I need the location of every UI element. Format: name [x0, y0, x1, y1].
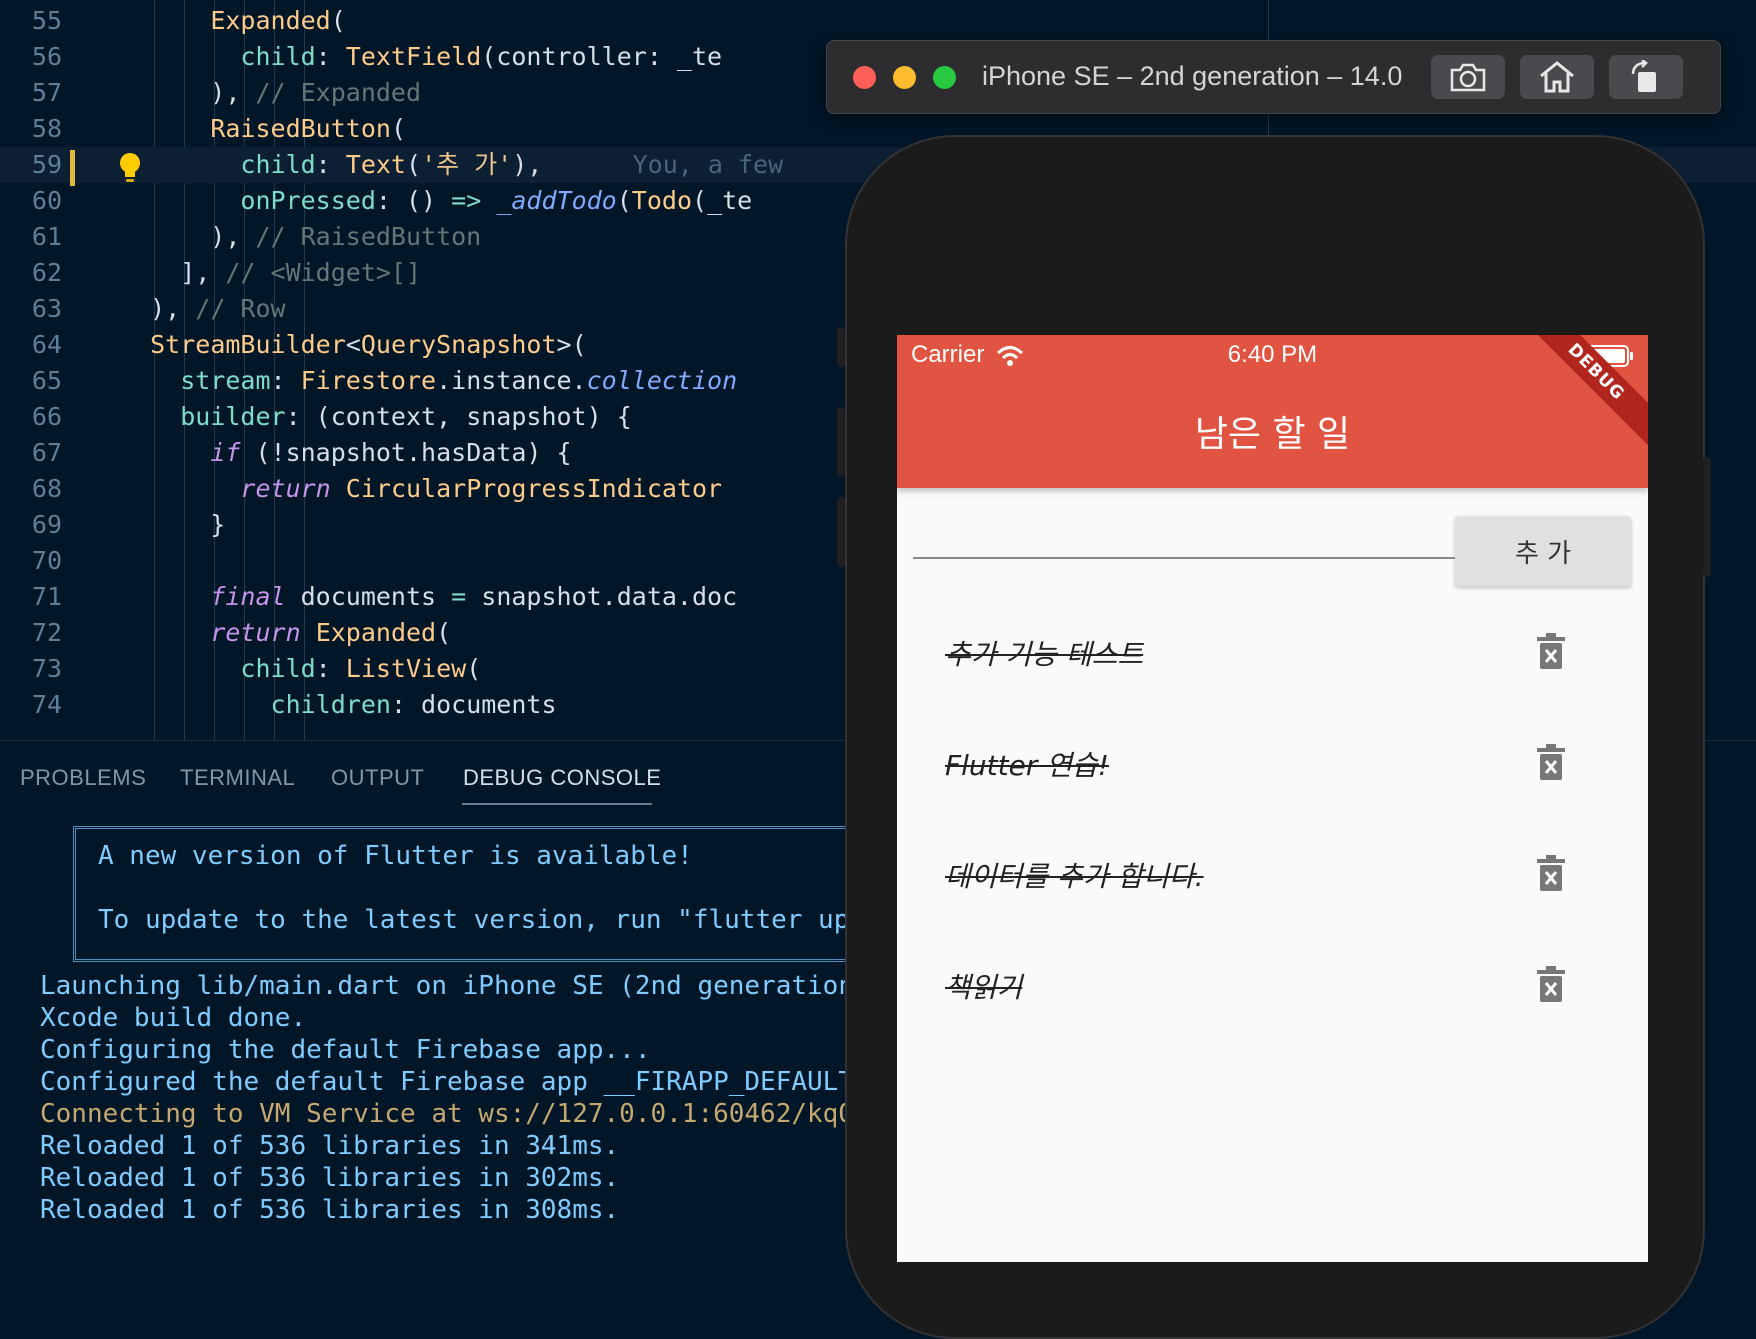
todo-item[interactable]: Flutter 연습!	[897, 714, 1648, 814]
todo-item[interactable]: 추가 기능 테스트	[897, 603, 1648, 703]
todo-text: 책읽기	[945, 971, 1023, 1004]
code-text: final documents = snapshot.data.doc	[210, 582, 738, 611]
simulator-title: iPhone SE – 2nd generation – 14.0	[982, 61, 1403, 91]
home-button[interactable]	[1520, 55, 1594, 99]
line-number: 56	[31, 42, 62, 71]
app-bar: Carrier 6:40 PM 남은 할 일 DEBUG	[897, 335, 1648, 488]
line-number: 65	[31, 366, 62, 395]
code-text: Expanded(	[210, 6, 346, 35]
code-text: child: ListView(	[120, 654, 482, 683]
console-log-line: Reloaded 1 of 536 libraries in 341ms.	[40, 1131, 620, 1161]
code-text: onPressed: () => _addTodo(Todo(_te	[120, 186, 753, 215]
page-title: 남은 할 일	[1194, 414, 1351, 455]
console-log-line: Xcode build done.	[40, 1003, 307, 1033]
todo-item[interactable]: 데이터를 추가 합니다.	[897, 825, 1648, 925]
line-number: 73	[31, 654, 62, 683]
code-text: child: TextField(controller: _te	[120, 42, 723, 71]
tab-problems[interactable]: PROBLEMS	[20, 765, 146, 791]
line-number: 69	[31, 510, 62, 539]
console-log-line: Configuring the default Firebase app...	[40, 1035, 651, 1065]
code-text: }	[120, 510, 226, 539]
git-blame-annotation: You, a few	[542, 150, 784, 179]
code-text: stream: Firestore.instance.collection	[120, 366, 738, 395]
line-number: 64	[31, 330, 62, 359]
home-icon	[1540, 61, 1574, 93]
zoom-button[interactable]	[933, 66, 956, 89]
console-log-line: Configured the default Firebase app __FI…	[40, 1067, 870, 1097]
todo-input[interactable]	[913, 515, 1457, 559]
code-text: if (!snapshot.hasData) {	[210, 438, 572, 467]
todo-text: 데이터를 추가 합니다.	[945, 860, 1204, 893]
todo-text: Flutter 연습!	[945, 749, 1109, 782]
add-todo-button[interactable]: 추 가	[1455, 516, 1631, 586]
line-number: 59	[31, 150, 62, 179]
console-log-line: Reloaded 1 of 536 libraries in 302ms.	[40, 1163, 620, 1193]
todo-text: 추가 기능 테스트	[945, 638, 1144, 671]
delete-icon[interactable]	[1537, 966, 1565, 1002]
console-log-line: Reloaded 1 of 536 libraries in 308ms.	[40, 1195, 620, 1225]
code-text: ), // Expanded	[120, 78, 422, 107]
line-number: 68	[31, 474, 62, 503]
close-button[interactable]	[853, 66, 876, 89]
notice-line-1: A new version of Flutter is available!	[98, 841, 693, 871]
todo-item[interactable]: 책읽기	[897, 936, 1648, 1036]
tab-output[interactable]: OUTPUT	[331, 765, 424, 791]
line-number: 67	[31, 438, 62, 467]
line-number: 55	[31, 6, 62, 35]
tab-terminal[interactable]: TERMINAL	[180, 765, 295, 791]
console-log-line: Connecting to VM Service at ws://127.0.0…	[40, 1099, 917, 1129]
status-time: 6:40 PM	[1227, 341, 1318, 368]
line-number: 74	[31, 690, 62, 719]
line-number: 58	[31, 114, 62, 143]
app-screen[interactable]: Carrier 6:40 PM 남은 할 일 DEBUG 추 가 추가 기능 테…	[897, 335, 1648, 1262]
lightbulb-icon[interactable]	[117, 152, 143, 186]
code-text: children: documents	[120, 690, 557, 719]
line-number: 63	[31, 294, 62, 323]
delete-icon[interactable]	[1537, 633, 1565, 669]
rotate-button[interactable]	[1609, 55, 1683, 99]
code-text: child: Text('추 가'), You, a few	[120, 150, 784, 179]
line-number: 70	[31, 546, 62, 575]
active-tab-indicator	[462, 803, 652, 805]
line-number: 72	[31, 618, 62, 647]
line-number: 66	[31, 402, 62, 431]
line-number: 71	[31, 582, 62, 611]
code-text: return Expanded(	[210, 618, 452, 647]
git-change-marker	[70, 150, 75, 186]
line-number: 60	[31, 186, 62, 215]
code-text: ], // <Widget>[]	[120, 258, 422, 287]
flutter-update-notice: A new version of Flutter is available! T…	[73, 826, 959, 962]
delete-icon[interactable]	[1537, 744, 1565, 780]
code-line[interactable]: 55 Expanded(	[0, 3, 1756, 39]
rotate-icon	[1631, 60, 1656, 92]
tab-debug-console[interactable]: DEBUG CONSOLE	[463, 765, 661, 791]
screenshot-button[interactable]	[1431, 55, 1505, 99]
line-number: 61	[31, 222, 62, 251]
line-number: 57	[31, 78, 62, 107]
code-text: builder: (context, snapshot) {	[120, 402, 632, 431]
simulator-titlebar[interactable]: iPhone SE – 2nd generation – 14.0	[826, 40, 1721, 114]
line-number: 62	[31, 258, 62, 287]
code-text: RaisedButton(	[210, 114, 406, 143]
camera-icon	[1450, 63, 1486, 92]
code-text: ), // Row	[120, 294, 286, 323]
code-text: return CircularProgressIndicator	[240, 474, 723, 503]
notice-line-2: To update to the latest version, run "fl…	[98, 905, 959, 935]
delete-icon[interactable]	[1537, 855, 1565, 891]
minimize-button[interactable]	[893, 66, 916, 89]
code-text: StreamBuilder<QuerySnapshot>(	[150, 330, 587, 359]
code-text: ), // RaisedButton	[120, 222, 482, 251]
